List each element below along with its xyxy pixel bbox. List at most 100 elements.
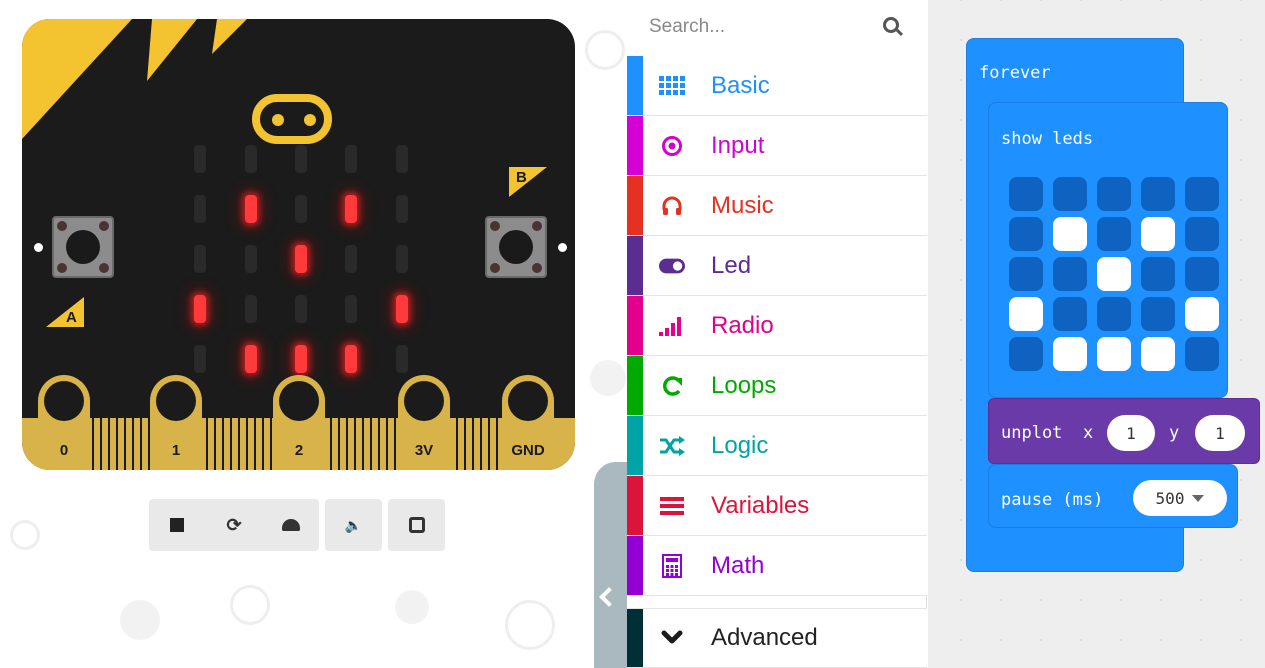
search-input[interactable] xyxy=(649,12,869,42)
led-toggle-r1-c3[interactable] xyxy=(1141,217,1175,251)
category-math[interactable]: Math xyxy=(627,536,927,596)
pin-label: 0 xyxy=(59,442,69,459)
led-toggle-r0-c4[interactable] xyxy=(1185,177,1219,211)
background-decoration xyxy=(590,360,626,396)
category-color-bar xyxy=(627,476,643,535)
forever-label: forever xyxy=(979,63,1051,83)
show-leds-block[interactable]: show leds xyxy=(988,102,1228,398)
category-label: Math xyxy=(711,551,765,579)
category-loops[interactable]: Loops xyxy=(627,356,927,416)
pin-2[interactable]: 2 xyxy=(273,375,325,470)
button-a[interactable] xyxy=(52,216,114,278)
pin-1[interactable]: 1 xyxy=(150,375,202,470)
led-r0-c2 xyxy=(295,145,307,173)
category-basic[interactable]: Basic xyxy=(627,56,927,116)
led-toggle-r3-c3[interactable] xyxy=(1141,297,1175,331)
led-toggle-r1-c4[interactable] xyxy=(1185,217,1219,251)
pin-hole xyxy=(508,381,548,421)
pin-0[interactable]: 0 xyxy=(38,375,90,470)
pause-block[interactable]: pause (ms) 500 xyxy=(988,464,1238,528)
led-toggle-r3-c1[interactable] xyxy=(1053,297,1087,331)
category-color-bar xyxy=(627,56,643,115)
led-toggle-r0-c2[interactable] xyxy=(1097,177,1131,211)
led-toggle-r0-c3[interactable] xyxy=(1141,177,1175,211)
slow-motion-button[interactable] xyxy=(275,509,307,541)
pin-hole xyxy=(404,381,444,421)
background-decoration xyxy=(10,520,40,550)
category-label: Advanced xyxy=(711,624,818,651)
led-toggle-r3-c0[interactable] xyxy=(1009,297,1043,331)
led-toggle-r2-c3[interactable] xyxy=(1141,257,1175,291)
led-r2-c0 xyxy=(194,245,206,273)
led-r3-c3 xyxy=(345,295,357,323)
category-color-bar xyxy=(627,176,643,235)
led-toggle-r2-c0[interactable] xyxy=(1009,257,1043,291)
refresh-icon xyxy=(659,373,685,399)
category-label: Variables xyxy=(711,491,810,519)
unplot-block[interactable]: unplot x 1 y 1 xyxy=(988,398,1260,464)
pin-4[interactable]: GND xyxy=(502,375,554,470)
button-a-text: A xyxy=(66,309,77,326)
blocks-workspace[interactable]: forever show leds unplot x 1 y 1 pause (… xyxy=(928,0,1265,668)
led-toggle-r2-c1[interactable] xyxy=(1053,257,1087,291)
category-input[interactable]: Input xyxy=(627,116,927,176)
led-toggle-r4-c1[interactable] xyxy=(1053,337,1087,371)
unplot-y-input[interactable]: 1 xyxy=(1195,415,1245,451)
unplot-x-input[interactable]: 1 xyxy=(1107,415,1155,451)
search-icon[interactable] xyxy=(883,17,899,33)
pin-hole xyxy=(279,381,319,421)
microbit-logo[interactable] xyxy=(252,94,332,144)
button-b[interactable] xyxy=(485,216,547,278)
led-r3-c1 xyxy=(245,295,257,323)
led-toggle-r1-c1[interactable] xyxy=(1053,217,1087,251)
led-toggle-r4-c4[interactable] xyxy=(1185,337,1219,371)
led-r2-c3 xyxy=(345,245,357,273)
pause-value: 500 xyxy=(1155,488,1185,508)
headphones-icon xyxy=(659,193,685,219)
logo-dot xyxy=(272,114,284,126)
category-radio[interactable]: Radio xyxy=(627,296,927,356)
led-toggle-r4-c2[interactable] xyxy=(1097,337,1131,371)
chevron-down-icon xyxy=(659,625,685,651)
mute-button[interactable]: 🔈 xyxy=(338,509,370,541)
led-toggle-r3-c2[interactable] xyxy=(1097,297,1131,331)
led-toggle-r4-c3[interactable] xyxy=(1141,337,1175,371)
led-toggle-r2-c4[interactable] xyxy=(1185,257,1219,291)
led-toggle-r2-c2[interactable] xyxy=(1097,257,1131,291)
led-toggle-r1-c0[interactable] xyxy=(1009,217,1043,251)
fullscreen-icon xyxy=(408,517,425,533)
led-r0-c4 xyxy=(396,145,408,173)
signal-bars-icon xyxy=(659,313,685,339)
category-logic[interactable]: Logic xyxy=(627,416,927,476)
chevron-left-icon xyxy=(599,587,619,607)
calculator-icon xyxy=(659,553,685,579)
restart-button[interactable]: ⟳ xyxy=(218,509,250,541)
shuffle-icon xyxy=(659,433,685,459)
connector-teeth xyxy=(450,418,502,470)
led-r3-c0 xyxy=(194,295,206,323)
restart-icon: ⟳ xyxy=(226,514,242,535)
board-edge-dot xyxy=(558,243,567,252)
background-decoration xyxy=(230,585,270,625)
pin-label: GND xyxy=(511,442,545,459)
category-variables[interactable]: Variables xyxy=(627,476,927,536)
microbit-board: A B 0 1 2 3V GND xyxy=(22,19,575,470)
led-toggle-r3-c4[interactable] xyxy=(1185,297,1219,331)
led-toggle-r0-c0[interactable] xyxy=(1009,177,1043,211)
unplot-label: unplot xyxy=(1001,423,1063,443)
screw xyxy=(532,263,542,273)
pin-3[interactable]: 3V xyxy=(398,375,450,470)
category-advanced[interactable]: Advanced xyxy=(627,608,927,668)
category-led[interactable]: Led xyxy=(627,236,927,296)
mute-icon: 🔈 xyxy=(344,516,363,533)
led-toggle-r0-c1[interactable] xyxy=(1053,177,1087,211)
fullscreen-button[interactable] xyxy=(401,509,433,541)
stop-button[interactable] xyxy=(161,509,193,541)
target-icon xyxy=(659,133,685,159)
led-toggle-r4-c0[interactable] xyxy=(1009,337,1043,371)
led-r3-c4 xyxy=(396,295,408,323)
pause-duration-dropdown[interactable]: 500 xyxy=(1133,480,1227,516)
category-music[interactable]: Music xyxy=(627,176,927,236)
led-toggle-r1-c2[interactable] xyxy=(1097,217,1131,251)
led-r2-c2 xyxy=(295,245,307,273)
